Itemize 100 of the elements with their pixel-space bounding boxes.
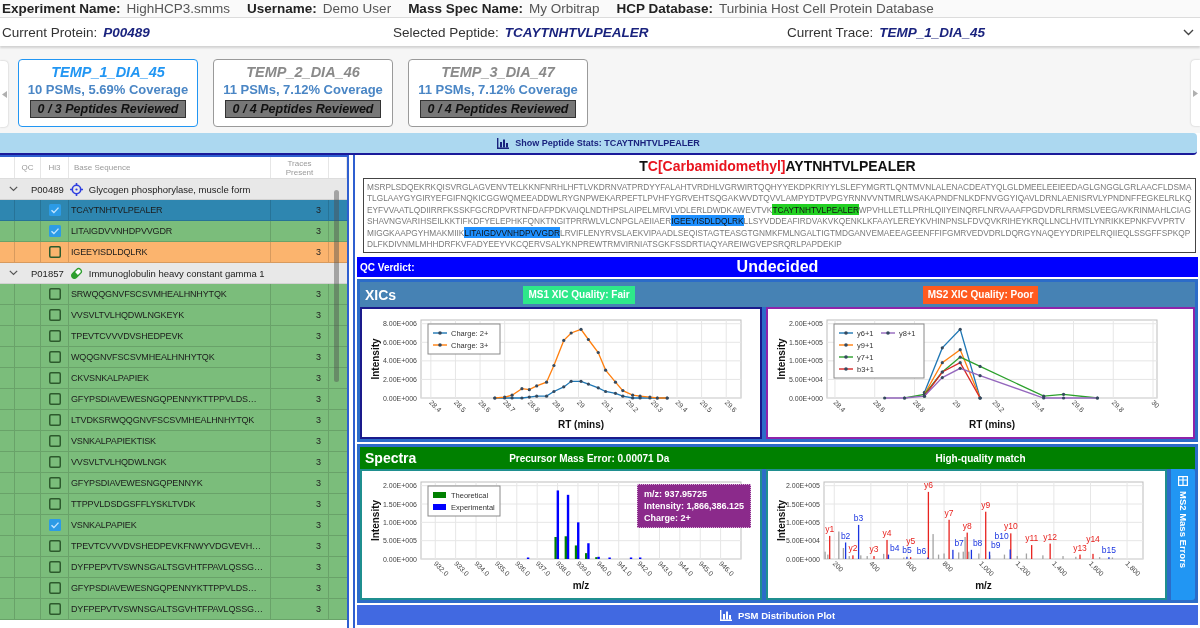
scrollbar-thumb[interactable]	[334, 190, 339, 382]
peptide-sequence: VVSVLTVLHQDWLNGK	[71, 457, 167, 467]
peptide-row[interactable]: SRWQQGNVFSCSVMHEALHNHYTQK 3	[0, 284, 347, 305]
checkbox[interactable]	[48, 351, 61, 363]
peptide-row[interactable]: GFYPSDIAVEWESNGQPENNYKTTPPVLDS… 3	[0, 578, 347, 599]
bar-chart-icon	[719, 609, 732, 621]
checkbox[interactable]	[48, 477, 61, 489]
peptide-stats-button[interactable]: Show Peptide Stats: TCAYTNHTVLPEALER	[0, 133, 1197, 155]
peptide-row[interactable]: TPEVTCVVVDVSHEDPEVKFNWYVDGVEVH… 3	[0, 536, 347, 557]
protein-group-row[interactable]: P00489 Glycogen phosphorylase, muscle form	[0, 179, 347, 200]
trace-count: 3	[316, 415, 321, 425]
checkbox[interactable]	[48, 288, 61, 300]
peak-label: b6	[916, 545, 927, 556]
trace-card[interactable]: TEMP_2_DIA_46 11 PSMs, 7.12% Coverage 0 / 4 Peptides Reviewed	[213, 59, 393, 127]
peptide-row[interactable]: VSNKALPAPIEK 3	[0, 515, 347, 536]
trace-count: 3	[316, 394, 321, 404]
legend-swatch-icon	[433, 504, 446, 510]
peak-label: b2	[840, 530, 851, 541]
field-value: TCAYTNHTVLPEALER	[504, 24, 649, 40]
protein-group-row[interactable]: P01857 Immunoglobulin heavy constant gamma 1	[0, 263, 347, 284]
protein-name: Glycogen phosphorylase, muscle form	[88, 183, 251, 195]
checkbox[interactable]	[48, 393, 61, 405]
field-label: Current Protein:	[2, 24, 98, 40]
scroll-right-button[interactable]	[1191, 60, 1200, 126]
checkbox[interactable]	[48, 561, 61, 573]
peak-label: b9	[991, 539, 1001, 550]
peptide-row[interactable]: VSNKALPAPIEKTISK 3	[0, 431, 347, 452]
legend-line-icon	[838, 355, 854, 359]
trace-name: TEMP_2_DIA_46	[246, 63, 360, 81]
checkbox[interactable]	[48, 582, 61, 594]
field-value: Demo User	[322, 1, 392, 16]
peak-label: y9	[981, 499, 991, 510]
peptide-row[interactable]: DYFPEPVTVSWNSGALTSGVHTFPAVLQSSG… 3	[0, 599, 347, 620]
peptide-row[interactable]: TPEVTCVVVDVSHEDPEVK 3	[0, 326, 347, 347]
peptide-sequence: VSNKALPAPIEKTISK	[71, 436, 156, 446]
review-count-badge: 0 / 4 Peptides Reviewed	[420, 100, 576, 118]
checkbox[interactable]	[48, 225, 61, 237]
trace-count: 3	[316, 331, 321, 341]
peptide-row[interactable]: IGEEYISDLDQLRK 3	[0, 242, 347, 263]
trace-stats: 11 PSMs, 7.12% Coverage	[418, 81, 578, 98]
chevron-down-icon[interactable]	[9, 270, 18, 276]
axis-title: Intensity	[370, 499, 381, 542]
psm-distribution-button[interactable]: PSM Distribution Plot	[357, 605, 1198, 625]
peptide-row[interactable]: TCAYTNHTVLPEALER 3	[0, 200, 347, 221]
checkbox[interactable]	[48, 603, 61, 615]
trace-count: 3	[316, 478, 321, 488]
chevron-down-icon[interactable]	[1182, 28, 1194, 36]
axis-title: Intensity	[776, 499, 787, 542]
checkbox[interactable]	[48, 372, 61, 384]
trace-stats: 10 PSMs, 5.69% Coverage	[27, 81, 189, 98]
checkbox[interactable]	[48, 330, 61, 342]
review-count-badge: 0 / 4 Peptides Reviewed	[225, 100, 381, 118]
axis-title: RT (mins)	[968, 419, 1016, 430]
trace-card[interactable]: TEMP_1_DIA_45 10 PSMs, 5.69% Coverage 0 / 3 Peptides Reviewed	[18, 59, 198, 127]
peptide-sequence: TCAYTNHTVLPEALER	[71, 205, 163, 215]
peak-label: y14	[1086, 533, 1100, 544]
crosshair-icon	[69, 182, 83, 196]
peptide-sequence: GFYPSDIAVEWESNGQPENNYKTTPPVLDS…	[71, 583, 257, 593]
trace-stats: 11 PSMs, 7.12% Coverage	[223, 81, 383, 98]
protein-name: Immunoglobulin heavy constant gamma 1	[88, 267, 265, 279]
tooltip-text: Charge: 2+	[644, 512, 692, 524]
peak-label: b5	[902, 544, 912, 555]
checkbox[interactable]	[48, 414, 61, 426]
field-label: HCP Database:	[616, 1, 713, 16]
trace-count: 3	[316, 226, 321, 236]
peak-label: y10	[1003, 521, 1018, 532]
peak-label: b8	[972, 537, 983, 548]
protein-accession: P01857	[31, 267, 64, 279]
peptide-row[interactable]: VVSVLTVLHQDWLNGK 3	[0, 452, 347, 473]
checkbox[interactable]	[48, 204, 61, 216]
checkbox[interactable]	[48, 309, 61, 321]
trace-name: TEMP_3_DIA_47	[441, 63, 555, 81]
legend-line-icon	[838, 367, 854, 371]
peptide-row[interactable]: CKVSNKALPAPIEK 3	[0, 368, 347, 389]
peak-label: y7	[944, 507, 954, 518]
trace-count: 3	[316, 604, 321, 614]
peptide-row[interactable]: LITAIGDVVNHDPVVGDR 3	[0, 221, 347, 242]
review-count-badge: 0 / 3 Peptides Reviewed	[30, 100, 186, 118]
trace-count: 3	[316, 373, 321, 383]
peptide-sequence: SRWQQGNVFSCSVMHEALHNHYTQK	[71, 289, 227, 299]
peak-label: y12	[1043, 531, 1057, 542]
peptide-row[interactable]: LTVDKSRWQQGNVFSCSVMHEALHNHYTQK 3	[0, 410, 347, 431]
peptide-row[interactable]: TTPPVLDSDGSFFLYSKLTVDK 3	[0, 494, 347, 515]
chevron-down-icon[interactable]	[9, 186, 18, 192]
scroll-left-button[interactable]	[0, 61, 8, 127]
checkbox[interactable]	[48, 519, 61, 531]
trace-count: 3	[316, 499, 321, 509]
peptide-row[interactable]: GFYPSDIAVEWESNGQPENNYKTTPPVLDS… 3	[0, 389, 347, 410]
peptide-row[interactable]: WQQGNVFSCSVMHEALHNHYTQK 3	[0, 347, 347, 368]
checkbox[interactable]	[48, 246, 61, 258]
peak-label: y1	[825, 523, 835, 534]
checkbox[interactable]	[48, 540, 61, 552]
peptide-row[interactable]: DYFPEPVTVSWNSGALTSGVHTFPAVLQSSG… 3	[0, 557, 347, 578]
checkbox[interactable]	[48, 456, 61, 468]
quality-badge: MS1 XIC Quality: Fair	[523, 285, 635, 304]
peptide-row[interactable]: GFYPSDIAVEWESNGQPENNYK 3	[0, 473, 347, 494]
trace-card[interactable]: TEMP_3_DIA_47 11 PSMs, 7.12% Coverage 0 / 4 Peptides Reviewed	[408, 59, 588, 127]
peptide-row[interactable]: VVSVLTVLHQDWLNGKEYK 3	[0, 305, 347, 326]
checkbox[interactable]	[48, 435, 61, 447]
checkbox[interactable]	[48, 498, 61, 510]
